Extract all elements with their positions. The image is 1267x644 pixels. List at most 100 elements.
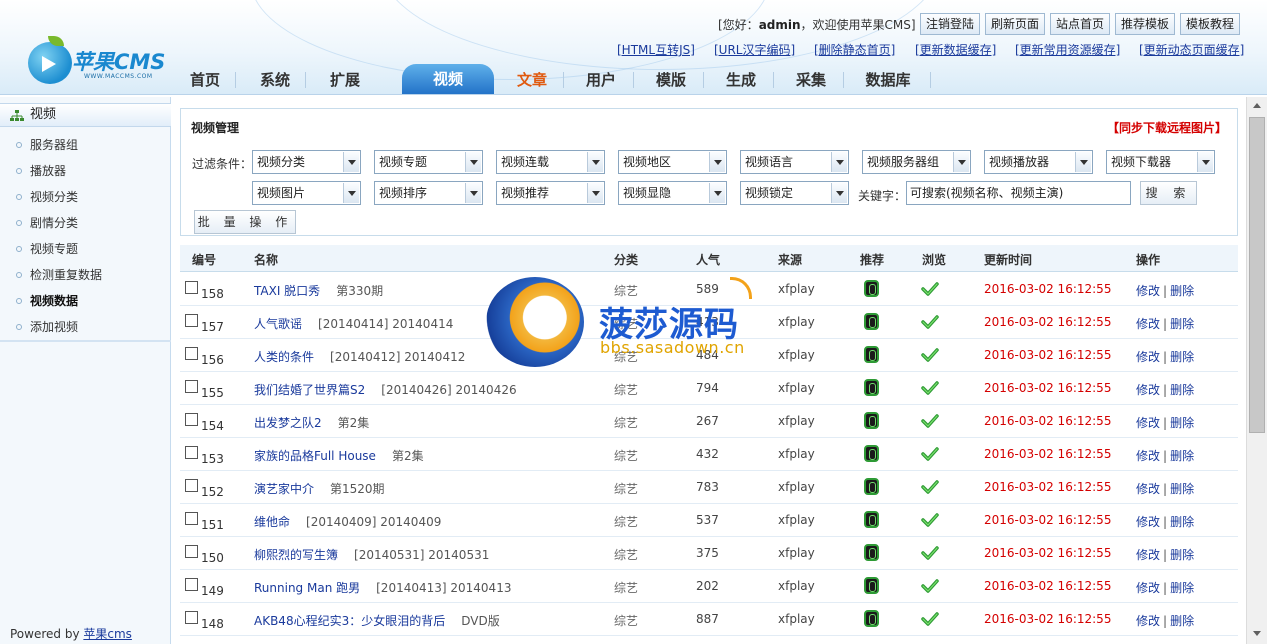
sidebar-item-check-duplicates[interactable]: 检测重复数据 (0, 262, 171, 288)
powered-by-link[interactable]: 苹果cms (83, 627, 132, 641)
row-checkbox[interactable] (185, 611, 198, 624)
check-icon[interactable] (921, 446, 939, 462)
row-checkbox[interactable] (185, 479, 198, 492)
site-home-button[interactable]: 站点首页 (1050, 13, 1111, 35)
delete-link[interactable]: 删除 (1170, 515, 1194, 529)
sidebar-title[interactable]: 视频 (0, 103, 171, 127)
delete-link[interactable]: 删除 (1170, 416, 1194, 430)
sidebar-item-video-topic[interactable]: 视频专题 (0, 236, 171, 262)
recommend-level-icon[interactable] (864, 412, 879, 429)
check-icon[interactable] (921, 347, 939, 363)
delete-link[interactable]: 删除 (1170, 482, 1194, 496)
filter-video-category[interactable]: 视频分类 (252, 150, 361, 174)
recommend-level-icon[interactable] (864, 379, 879, 396)
scroll-up-icon[interactable] (1249, 99, 1265, 113)
recommend-level-icon[interactable] (864, 511, 879, 528)
filter-video-topic[interactable]: 视频专题 (374, 150, 483, 174)
check-icon[interactable] (921, 545, 939, 561)
sidebar-item-server-group[interactable]: 服务器组 (0, 132, 171, 158)
row-checkbox[interactable] (185, 413, 198, 426)
recommend-level-icon[interactable] (864, 313, 879, 330)
search-button[interactable]: 搜 索 (1140, 181, 1197, 205)
delete-link[interactable]: 删除 (1170, 317, 1194, 331)
row-title[interactable]: 演艺家中介 第1520期 (254, 480, 385, 497)
nav-system[interactable]: 系统 (250, 68, 300, 94)
check-icon[interactable] (921, 380, 939, 396)
filter-video-server-group[interactable]: 视频服务器组 (862, 150, 971, 174)
edit-link[interactable]: 修改 (1136, 383, 1160, 397)
url-encode-link[interactable]: [URL汉字编码] (714, 41, 795, 58)
check-icon[interactable] (921, 479, 939, 495)
nav-home[interactable]: 首页 (180, 68, 230, 94)
nav-user[interactable]: 用户 (576, 68, 626, 94)
delete-link[interactable]: 删除 (1170, 449, 1194, 463)
html-js-link[interactable]: [HTML互转JS] (617, 41, 695, 58)
nav-article[interactable]: 文章 (507, 68, 557, 94)
edit-link[interactable]: 修改 (1136, 284, 1160, 298)
recommend-level-icon[interactable] (864, 280, 879, 297)
recommend-template-button[interactable]: 推荐模板 (1115, 13, 1176, 35)
row-title[interactable]: 维他命 [20140409] 20140409 (254, 513, 441, 530)
row-checkbox[interactable] (185, 380, 198, 393)
sidebar-item-video-category[interactable]: 视频分类 (0, 184, 171, 210)
sidebar-item-add-video[interactable]: 添加视频 (0, 314, 171, 340)
update-dynamic-cache-link[interactable]: [更新动态页面缓存] (1139, 41, 1244, 58)
recommend-level-icon[interactable] (864, 445, 879, 462)
edit-link[interactable]: 修改 (1136, 482, 1160, 496)
row-checkbox[interactable] (185, 314, 198, 327)
nav-extend[interactable]: 扩展 (320, 68, 370, 94)
filter-video-language[interactable]: 视频语言 (740, 150, 849, 174)
row-title[interactable]: 我们结婚了世界篇S2 [20140426] 20140426 (254, 381, 517, 398)
check-icon[interactable] (921, 281, 939, 297)
nav-database[interactable]: 数据库 (856, 68, 920, 94)
edit-link[interactable]: 修改 (1136, 614, 1160, 628)
update-resource-cache-link[interactable]: [更新常用资源缓存] (1015, 41, 1120, 58)
row-title[interactable]: 人气歌谣 [20140414] 20140414 (254, 315, 453, 332)
recommend-level-icon[interactable] (864, 610, 879, 627)
check-icon[interactable] (921, 314, 939, 330)
row-checkbox[interactable] (185, 545, 198, 558)
scrollbar-thumb[interactable] (1249, 117, 1265, 433)
nav-generate[interactable]: 生成 (716, 68, 766, 94)
filter-video-player[interactable]: 视频播放器 (984, 150, 1093, 174)
batch-operation-button[interactable]: 批 量 操 作 (194, 210, 296, 234)
row-checkbox[interactable] (185, 512, 198, 525)
sidebar-item-player[interactable]: 播放器 (0, 158, 171, 184)
sidebar-item-plot-category[interactable]: 剧情分类 (0, 210, 171, 236)
row-title[interactable]: 出发梦之队2 第2集 (254, 414, 369, 431)
vertical-scrollbar[interactable] (1246, 97, 1267, 644)
filter-video-recommend[interactable]: 视频推荐 (496, 181, 605, 205)
delete-link[interactable]: 删除 (1170, 581, 1194, 595)
row-checkbox[interactable] (185, 446, 198, 459)
refresh-button[interactable]: 刷新页面 (985, 13, 1046, 35)
filter-video-downloader[interactable]: 视频下载器 (1106, 150, 1215, 174)
check-icon[interactable] (921, 413, 939, 429)
filter-video-serial[interactable]: 视频连载 (496, 150, 605, 174)
edit-link[interactable]: 修改 (1136, 449, 1160, 463)
filter-video-sort[interactable]: 视频排序 (374, 181, 483, 205)
filter-video-lock[interactable]: 视频锁定 (740, 181, 849, 205)
keyword-input[interactable]: 可搜索(视频名称、视频主演) (906, 181, 1131, 205)
edit-link[interactable]: 修改 (1136, 317, 1160, 331)
row-checkbox[interactable] (185, 347, 198, 360)
delete-link[interactable]: 删除 (1170, 284, 1194, 298)
edit-link[interactable]: 修改 (1136, 581, 1160, 595)
logo[interactable]: 苹果CMS WWW.MACCMS.COM (28, 36, 178, 90)
filter-video-visibility[interactable]: 视频显隐 (618, 181, 727, 205)
sidebar-item-video-data[interactable]: 视频数据 (0, 288, 171, 314)
recommend-level-icon[interactable] (864, 346, 879, 363)
row-title[interactable]: 柳熙烈的写生簿 [20140531] 20140531 (254, 546, 489, 563)
check-icon[interactable] (921, 512, 939, 528)
logout-button[interactable]: 注销登陆 (920, 13, 981, 35)
sync-remote-images-link[interactable]: 【同步下载远程图片】 (1107, 119, 1227, 136)
edit-link[interactable]: 修改 (1136, 350, 1160, 364)
scroll-down-icon[interactable] (1249, 627, 1265, 641)
update-data-cache-link[interactable]: [更新数据缓存] (915, 41, 996, 58)
filter-video-region[interactable]: 视频地区 (618, 150, 727, 174)
edit-link[interactable]: 修改 (1136, 515, 1160, 529)
delete-link[interactable]: 删除 (1170, 350, 1194, 364)
row-title[interactable]: 家族的品格Full House 第2集 (254, 447, 424, 464)
edit-link[interactable]: 修改 (1136, 416, 1160, 430)
check-icon[interactable] (921, 611, 939, 627)
delete-link[interactable]: 删除 (1170, 614, 1194, 628)
